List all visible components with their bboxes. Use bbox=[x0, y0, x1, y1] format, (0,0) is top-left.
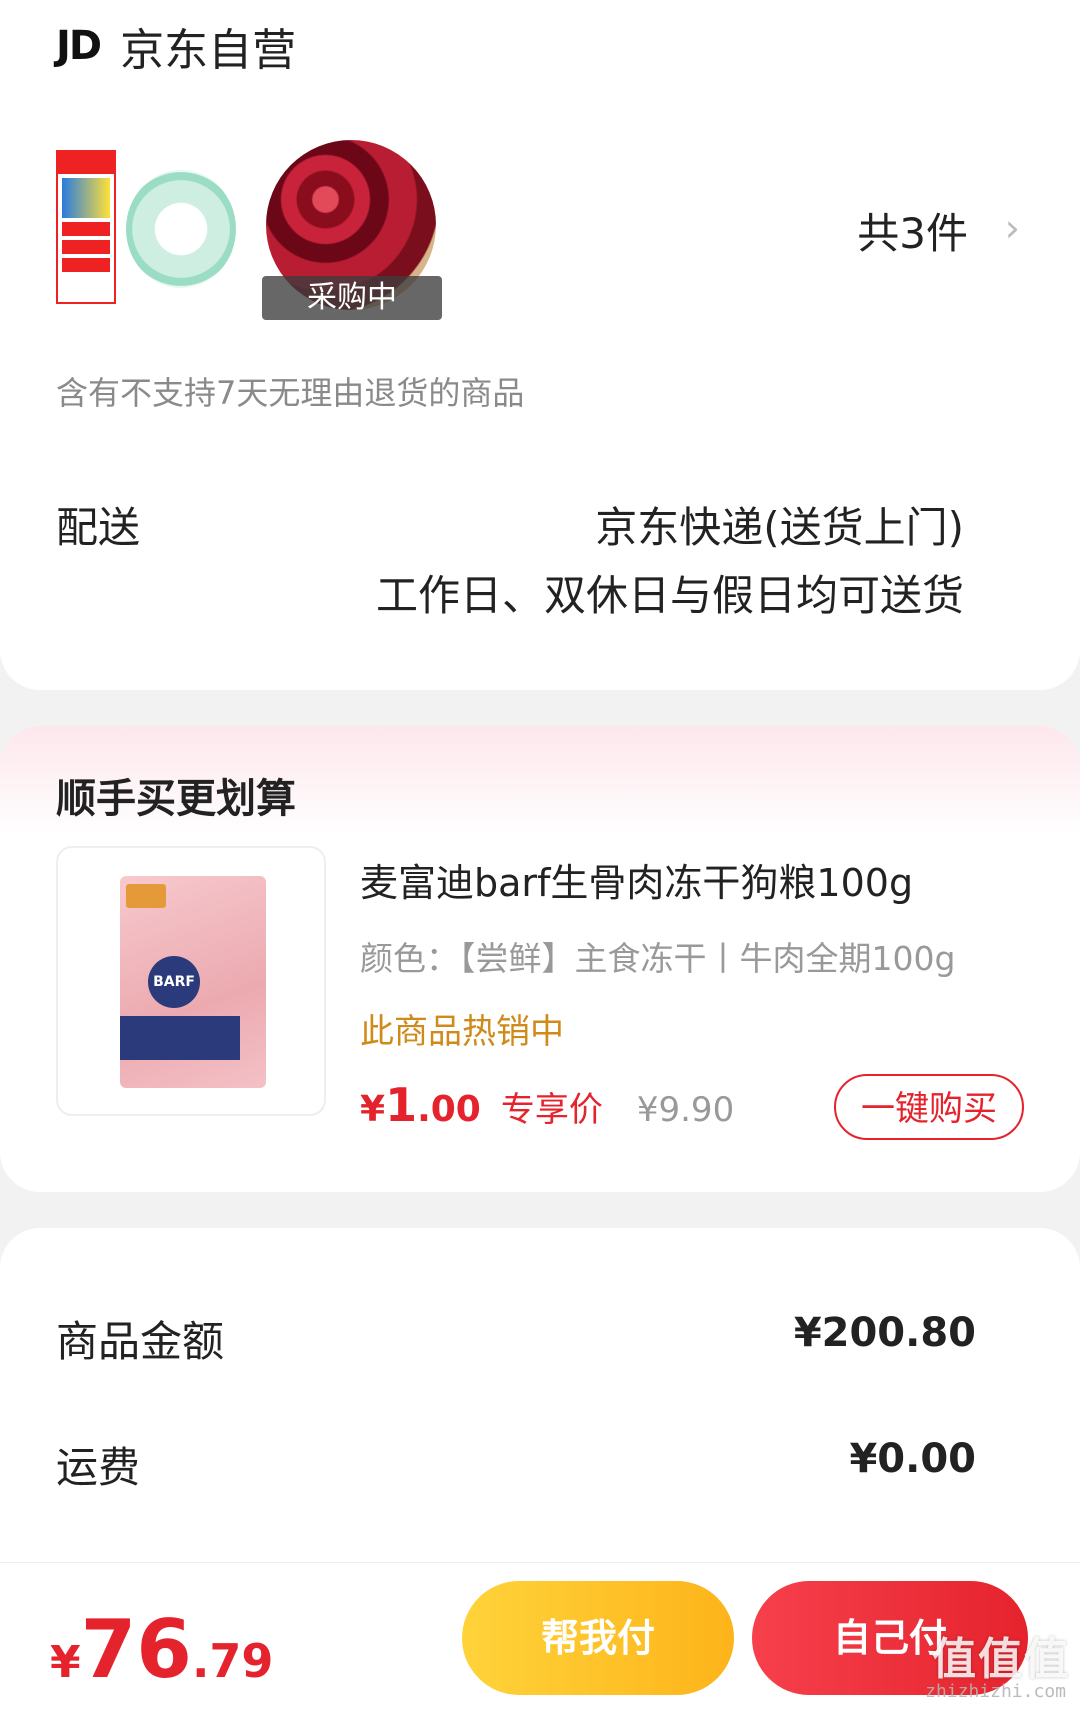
barf-label: BARF bbox=[148, 956, 200, 1008]
summary-card: 商品金额 ¥200.80 运费 ¥0.00 bbox=[0, 1228, 1080, 1568]
total-dec: .79 bbox=[191, 1634, 274, 1688]
upsell-product-name[interactable]: 麦富迪barf生骨肉冻干狗粮100g bbox=[360, 852, 913, 907]
price-row: ¥1.00 专享价 ¥9.90 bbox=[360, 1078, 734, 1132]
store-name: 京东自营 bbox=[120, 25, 297, 76]
price-int: 1 bbox=[385, 1078, 418, 1132]
item-count[interactable]: 共3件 bbox=[857, 200, 968, 261]
delivery-method[interactable]: 京东快递(送货上门) bbox=[595, 494, 964, 555]
upsell-product-spec[interactable]: 颜色：【尝鲜】主食冻干丨牛肉全期100g bbox=[360, 932, 955, 980]
dog-food-bag-image: BARF bbox=[120, 876, 266, 1088]
help-pay-button[interactable]: 帮我付 bbox=[462, 1581, 734, 1695]
shipping-label: 运费 bbox=[56, 1443, 141, 1492]
store-header[interactable]: JD 京东自营 bbox=[56, 14, 296, 78]
total-int: 76 bbox=[80, 1603, 192, 1696]
one-click-buy-button[interactable]: 一键购买 bbox=[834, 1074, 1024, 1140]
store-card: JD 京东自营 采购中 共3件 › 含有不支持7天无理由退货的商品 配送 京东快… bbox=[0, 0, 1080, 690]
watermark-logo: 值值值 bbox=[932, 1634, 1070, 1685]
original-price: ¥9.90 bbox=[636, 1090, 735, 1130]
exclusive-price-tag: 专享价 bbox=[500, 1090, 603, 1130]
chevron-right-icon[interactable]: › bbox=[1005, 206, 1020, 250]
checkout-bar: ¥76.79 帮我付 自己付 值值值 zhizhizhi.com bbox=[0, 1562, 1080, 1714]
items-amount-value: ¥200.80 bbox=[793, 1310, 976, 1356]
delivery-label: 配送 bbox=[56, 503, 141, 552]
items-amount-label: 商品金额 bbox=[56, 1317, 225, 1366]
jd-logo: JD bbox=[56, 23, 102, 69]
hot-selling-label: 此商品热销中 bbox=[360, 1012, 564, 1052]
upsell-product-image[interactable]: BARF bbox=[56, 846, 326, 1116]
price-dec: .00 bbox=[417, 1089, 481, 1130]
no-return-note: 含有不支持7天无理由退货的商品 bbox=[56, 374, 525, 412]
total-symbol: ¥ bbox=[50, 1637, 81, 1688]
total-price: ¥76.79 bbox=[50, 1603, 273, 1696]
shipping-value: ¥0.00 bbox=[849, 1436, 976, 1482]
upsell-title: 顺手买更划算 bbox=[56, 776, 296, 822]
purchasing-badge: 采购中 bbox=[262, 276, 442, 320]
price-symbol: ¥ bbox=[360, 1089, 386, 1130]
watermark-url: zhizhizhi.com bbox=[925, 1681, 1066, 1702]
cherry-product-image[interactable]: 采购中 bbox=[262, 140, 442, 320]
tape-roll-image bbox=[126, 170, 236, 288]
exclusive-price: ¥1.00 bbox=[360, 1078, 481, 1132]
tape-product-image[interactable] bbox=[56, 140, 236, 310]
tape-package-image bbox=[56, 150, 116, 304]
delivery-note: 工作日、双休日与假日均可送货 bbox=[375, 571, 964, 620]
product-thumbnails[interactable]: 采购中 bbox=[56, 140, 442, 320]
upsell-card: 顺手买更划算 BARF 麦富迪barf生骨肉冻干狗粮100g 颜色：【尝鲜】主食… bbox=[0, 726, 1080, 1192]
